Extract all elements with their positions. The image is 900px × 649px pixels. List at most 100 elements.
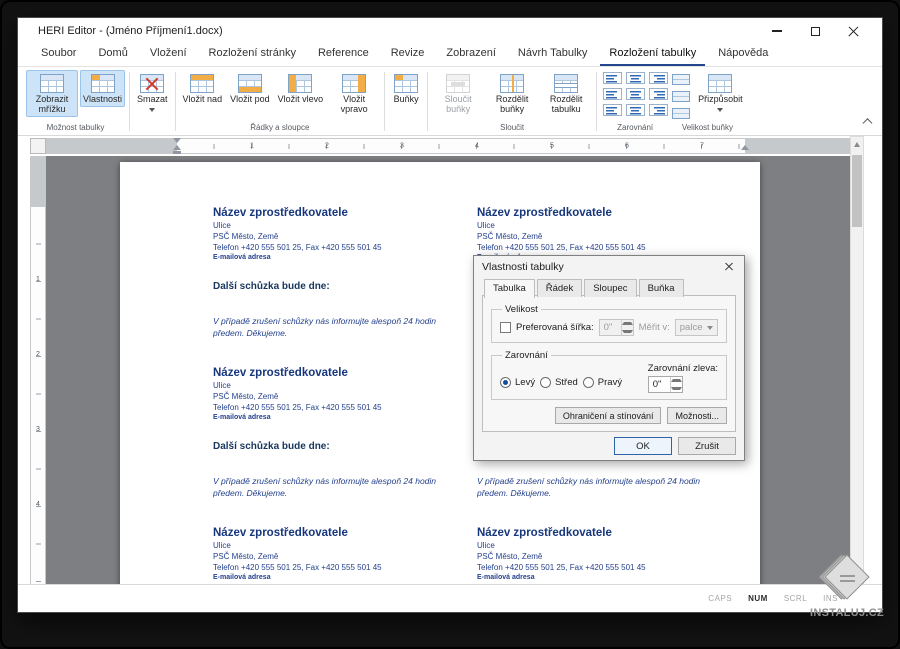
cancel-button[interactable]: Zrušit: [678, 437, 736, 455]
insert-left-button[interactable]: Vložit vlevo: [275, 70, 327, 107]
card-name: Název zprostředkovatele: [213, 207, 348, 219]
tab-rozlozeni-tabulky[interactable]: Rozložení tabulky: [600, 44, 706, 66]
group-label-table-options: Možnost tabulky: [46, 123, 105, 132]
split-table-button[interactable]: Rozdělit tabulku: [540, 70, 592, 117]
delete-table-icon: [140, 74, 165, 93]
card-name: Název zprostředkovatele: [477, 527, 612, 539]
tab-zobrazeni[interactable]: Zobrazení: [437, 44, 505, 66]
insert-left-label: Vložit vlevo: [277, 94, 324, 104]
distribute-rows-button[interactable]: [669, 72, 693, 87]
card-street: Ulice: [477, 541, 495, 550]
align-bottom-left-button[interactable]: [601, 103, 623, 117]
show-gridlines-button[interactable]: Zobrazit mřížku: [26, 70, 78, 117]
dialog-tab-panel: Velikost Preferovaná šířka: 0" Měřit v: …: [482, 295, 736, 432]
borders-shading-button[interactable]: Ohraničení a stínování: [554, 407, 662, 424]
align-top-left-button[interactable]: [601, 71, 623, 85]
align-bottom-center-button[interactable]: [624, 103, 646, 117]
maximize-button[interactable]: [796, 20, 834, 42]
dialog-tab-radek[interactable]: Řádek: [536, 279, 583, 297]
business-card-cell[interactable]: Název zprostředkovatele Ulice PSČ Město,…: [213, 527, 477, 584]
tab-domu[interactable]: Domů: [89, 44, 136, 66]
merge-cells-button[interactable]: Sloučit buňky: [432, 70, 484, 117]
insert-right-button[interactable]: Vložit vpravo: [328, 70, 380, 117]
dialog-tab-bunka[interactable]: Buňka: [638, 279, 684, 297]
preferred-width-checkbox[interactable]: [500, 322, 511, 333]
distribute-columns-button[interactable]: [669, 89, 693, 104]
scroll-up-button[interactable]: [851, 137, 863, 152]
hanging-indent-marker[interactable]: [173, 141, 181, 150]
cell-margins-button[interactable]: [669, 106, 693, 121]
align-right-radio[interactable]: Pravý: [582, 376, 622, 388]
split-cells-button[interactable]: Rozdělit buňky: [486, 70, 538, 117]
tab-reference[interactable]: Reference: [309, 44, 378, 66]
instaluj-logo-icon: [815, 551, 879, 605]
ruler-number: 4: [36, 501, 40, 508]
business-card-cell[interactable]: Název zprostředkovatele Ulice PSČ Město,…: [477, 527, 741, 584]
radio-icon: [540, 376, 552, 388]
split-cells-label: Rozdělit buňky: [495, 94, 529, 114]
preferred-width-spinner[interactable]: 0": [598, 319, 634, 336]
scrollbar-thumb[interactable]: [852, 155, 862, 227]
tab-soubor[interactable]: Soubor: [32, 44, 85, 66]
align-bottom-right-button[interactable]: [647, 103, 669, 117]
business-card-cell[interactable]: Název zprostředkovatele Ulice PSČ Město,…: [213, 207, 477, 367]
ruler-number: 6: [625, 142, 629, 150]
cells-icon: [394, 74, 419, 93]
ruler-number: 4: [475, 142, 479, 150]
insert-left-icon: [288, 74, 313, 93]
dialog-close-button[interactable]: [722, 260, 736, 274]
align-center-right-button[interactable]: [647, 87, 669, 101]
insert-above-button[interactable]: Vložit nad: [180, 70, 226, 107]
insert-right-icon: [342, 74, 367, 93]
business-card-cell[interactable]: Název zprostředkovatele Ulice PSČ Město,…: [213, 367, 477, 527]
align-bottom-center-icon: [625, 104, 645, 116]
right-indent-marker[interactable]: [741, 141, 749, 150]
delete-button[interactable]: Smazat: [134, 70, 171, 117]
align-center-left-button[interactable]: [601, 87, 623, 101]
align-center-radio[interactable]: Střed: [540, 376, 578, 388]
left-indent-marker[interactable]: [173, 150, 181, 154]
table-properties-label: Vlastnosti: [83, 94, 123, 104]
cell-margins-icon: [672, 108, 691, 119]
indent-from-left-spinner[interactable]: 0": [647, 376, 683, 393]
merge-cells-label: Sloučit buňky: [444, 94, 472, 114]
minimize-icon: [772, 30, 782, 32]
window-title: HERI Editor - (Jméno Příjmení1.docx): [38, 25, 223, 37]
align-top-center-button[interactable]: [624, 71, 646, 85]
measure-unit-value: palce: [679, 322, 703, 333]
autofit-button[interactable]: Přizpůsobit: [695, 70, 746, 117]
align-left-radio[interactable]: Levý: [500, 376, 535, 388]
spin-down-icon[interactable]: [621, 328, 633, 336]
ruler-number: 1: [36, 276, 40, 283]
table-properties-button[interactable]: Vlastnosti: [80, 70, 126, 107]
group-cells: Buňky: [389, 69, 423, 135]
spin-up-icon[interactable]: [621, 320, 633, 328]
tab-revize[interactable]: Revize: [382, 44, 434, 66]
card-city: PSČ Město, Země: [213, 391, 279, 401]
minimize-button[interactable]: [758, 20, 796, 42]
cells-button[interactable]: Buňky: [389, 70, 423, 107]
tab-vlozeni[interactable]: Vložení: [141, 44, 196, 66]
measure-unit-dropdown[interactable]: palce: [674, 319, 718, 336]
tab-navrh-tabulky[interactable]: Návrh Tabulky: [509, 44, 597, 66]
close-button[interactable]: [834, 20, 872, 42]
chevron-down-icon: [717, 107, 724, 115]
spin-up-icon[interactable]: [670, 377, 682, 385]
card-phone: Telefon +420 555 501 25, Fax +420 555 50…: [213, 402, 382, 412]
dialog-tab-sloupec[interactable]: Sloupec: [584, 279, 637, 297]
align-top-right-button[interactable]: [647, 71, 669, 85]
align-center-button[interactable]: [624, 87, 646, 101]
insert-below-button[interactable]: Vložit pod: [227, 70, 273, 107]
tab-napoveda[interactable]: Nápověda: [709, 44, 777, 66]
dialog-tab-tabulka[interactable]: Tabulka: [484, 279, 535, 298]
options-button[interactable]: Možnosti...: [667, 407, 727, 424]
collapse-ribbon-button[interactable]: [858, 117, 876, 131]
vertical-scrollbar[interactable]: [850, 136, 864, 584]
tab-rozlozeni-stranky[interactable]: Rozložení stránky: [200, 44, 305, 66]
tab-stop-selector[interactable]: [30, 138, 46, 154]
card-phone: Telefon +420 555 501 25, Fax +420 555 50…: [477, 562, 646, 572]
ok-button[interactable]: OK: [614, 437, 672, 455]
spin-down-icon[interactable]: [670, 385, 682, 393]
card-name: Název zprostředkovatele: [213, 527, 348, 539]
align-top-left-icon: [602, 72, 622, 84]
